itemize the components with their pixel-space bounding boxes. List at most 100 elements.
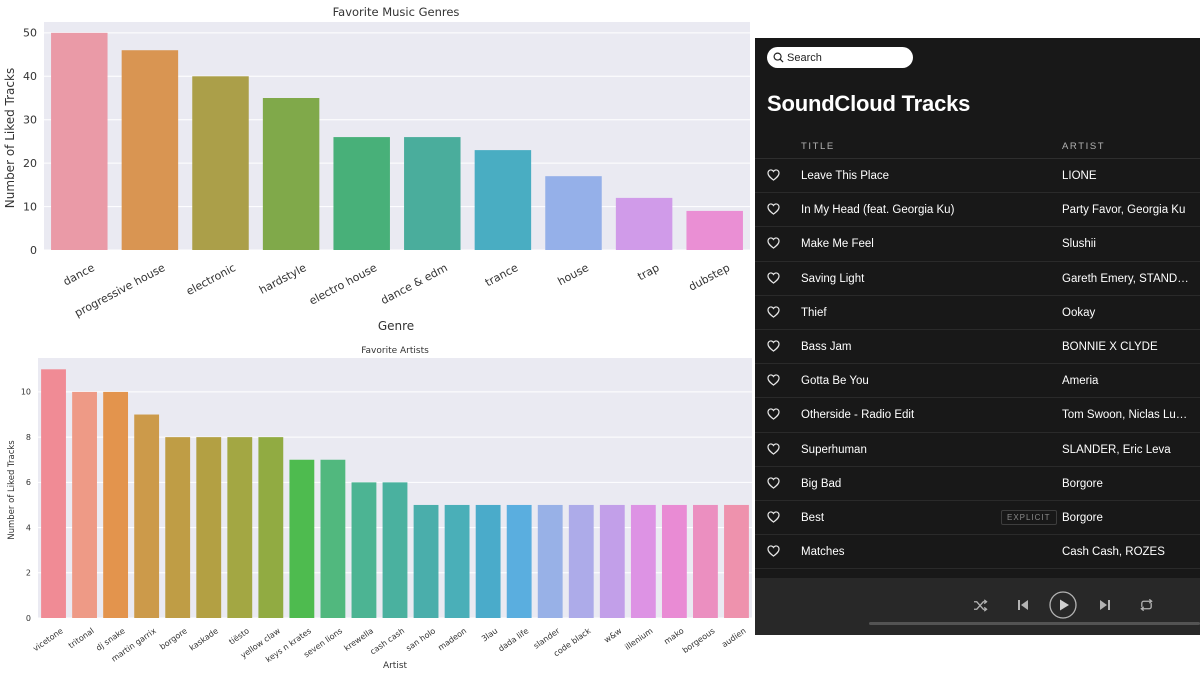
bar (545, 176, 602, 250)
search-icon (773, 52, 784, 63)
column-header-title[interactable]: TITLE (801, 141, 835, 152)
heart-icon[interactable] (767, 374, 780, 386)
track-title: In My Head (feat. Georgia Ku) (801, 204, 955, 217)
track-title: Big Bad (801, 477, 842, 490)
track-artist[interactable]: Ookay (1062, 307, 1190, 319)
bar (693, 504, 718, 618)
track-row[interactable]: Gotta Be You Ameria (755, 364, 1200, 399)
bar (103, 391, 129, 618)
track-row[interactable]: Matches Cash Cash, ROZES (755, 535, 1200, 570)
heart-icon[interactable] (767, 511, 780, 523)
track-artist[interactable]: Party Favor, Georgia Ku (1062, 204, 1190, 216)
track-title: Otherside - Radio Edit (801, 409, 915, 422)
tracks-list: Leave This Place LIONE In My Head (feat.… (755, 159, 1200, 570)
track-row[interactable]: Thief Ookay (755, 296, 1200, 330)
x-tick-label: electro house (307, 261, 379, 308)
y-tick-label: 6 (26, 478, 31, 487)
track-row[interactable]: Leave This Place LIONE (755, 159, 1200, 194)
track-title: Leave This Place (801, 170, 890, 182)
y-tick-label: 8 (26, 433, 31, 442)
x-tick-label: house (556, 261, 592, 288)
track-title: Make Me Feel (801, 238, 874, 251)
track-row[interactable]: Saving Light Gareth Emery, STANDERWICK (755, 262, 1200, 296)
column-header-artist[interactable]: ARTIST (1062, 141, 1105, 152)
bar (444, 504, 470, 618)
x-tick-label: san holo (404, 626, 437, 653)
search-input[interactable] (787, 51, 897, 64)
bar (333, 137, 390, 250)
track-artist[interactable]: SLANDER, Eric Leva (1062, 444, 1190, 456)
x-tick-label: borgeous (681, 626, 717, 655)
track-row[interactable]: Best EXPLICIT Borgore (755, 501, 1200, 536)
heart-icon[interactable] (767, 477, 780, 489)
tracks-table-header: TITLE ARTIST (755, 134, 1200, 159)
x-tick-label: vicetone (31, 626, 64, 653)
bar (506, 504, 532, 618)
x-tick-label: cash cash (369, 626, 407, 656)
track-row[interactable]: Otherside - Radio Edit Tom Swoon, Niclas… (755, 398, 1200, 433)
bar (413, 504, 439, 618)
search-box[interactable] (767, 47, 913, 68)
x-tick-label: dance & edm (379, 261, 450, 307)
x-tick-label: tiësto (227, 626, 251, 646)
heart-icon[interactable] (767, 442, 780, 455)
y-tick-label: 50 (23, 27, 37, 40)
soundcloud-tracks-panel: SoundCloud Tracks TITLE ARTIST Leave Thi… (755, 38, 1200, 635)
heart-icon[interactable] (767, 169, 780, 181)
previous-icon[interactable] (1017, 599, 1029, 611)
bar (382, 482, 408, 618)
track-artist[interactable]: BONNIE X CLYDE (1062, 341, 1190, 353)
bar (475, 504, 501, 618)
next-icon[interactable] (1099, 599, 1111, 611)
x-tick-label: dada life (497, 626, 531, 653)
track-artist[interactable]: Ameria (1062, 375, 1190, 387)
track-title: Superhuman (801, 443, 867, 456)
x-tick-label: 3lau (480, 626, 499, 643)
bar (72, 391, 97, 618)
track-artist[interactable]: Gareth Emery, STANDERWICK (1062, 273, 1190, 285)
heart-icon[interactable] (767, 340, 780, 352)
bar (165, 437, 191, 618)
x-tick-label: dubstep (687, 261, 733, 293)
heart-icon[interactable] (767, 408, 780, 421)
heart-icon[interactable] (767, 271, 780, 284)
x-tick-label: trance (483, 261, 521, 289)
repeat-icon[interactable] (1139, 598, 1154, 612)
bar (258, 437, 284, 618)
track-row[interactable]: Make Me Feel Slushii (755, 227, 1200, 262)
play-icon[interactable] (1049, 591, 1077, 619)
shuffle-icon[interactable] (973, 599, 988, 612)
bar (121, 50, 179, 250)
heart-icon[interactable] (767, 203, 780, 216)
x-tick-label: madeon (436, 626, 468, 652)
bar (568, 504, 594, 618)
bar (686, 210, 743, 250)
heart-icon[interactable] (767, 237, 780, 250)
x-tick-label: mako (662, 626, 685, 646)
track-artist[interactable]: LIONE (1062, 170, 1190, 182)
y-tick-label: 0 (26, 614, 31, 623)
track-row[interactable]: Superhuman SLANDER, Eric Leva (755, 433, 1200, 467)
artists-chart-title: Favorite Artists (361, 346, 429, 356)
y-tick-label: 40 (23, 70, 37, 83)
track-row[interactable]: Bass Jam BONNIE X CLYDE (755, 330, 1200, 365)
track-artist[interactable]: Slushii (1062, 238, 1190, 250)
bar (661, 504, 687, 618)
bar (474, 150, 532, 250)
track-artist[interactable]: Borgore (1062, 512, 1190, 524)
x-tick-label: dance (61, 261, 97, 288)
heart-icon[interactable] (767, 306, 780, 318)
track-artist[interactable]: Borgore (1062, 478, 1190, 490)
progress-bar[interactable] (869, 622, 1200, 625)
bar (615, 197, 673, 250)
track-artist[interactable]: Tom Swoon, Niclas Lundin (1062, 409, 1190, 421)
heart-icon[interactable] (767, 545, 780, 557)
track-row[interactable]: Big Bad Borgore (755, 467, 1200, 501)
track-row[interactable]: In My Head (feat. Georgia Ku) Party Favo… (755, 193, 1200, 228)
y-tick-label: 2 (26, 569, 31, 578)
track-artist[interactable]: Cash Cash, ROZES (1062, 546, 1190, 558)
bar (262, 98, 320, 250)
bar (289, 459, 315, 618)
track-title: Best (801, 511, 825, 524)
track-title: Thief (801, 306, 827, 319)
